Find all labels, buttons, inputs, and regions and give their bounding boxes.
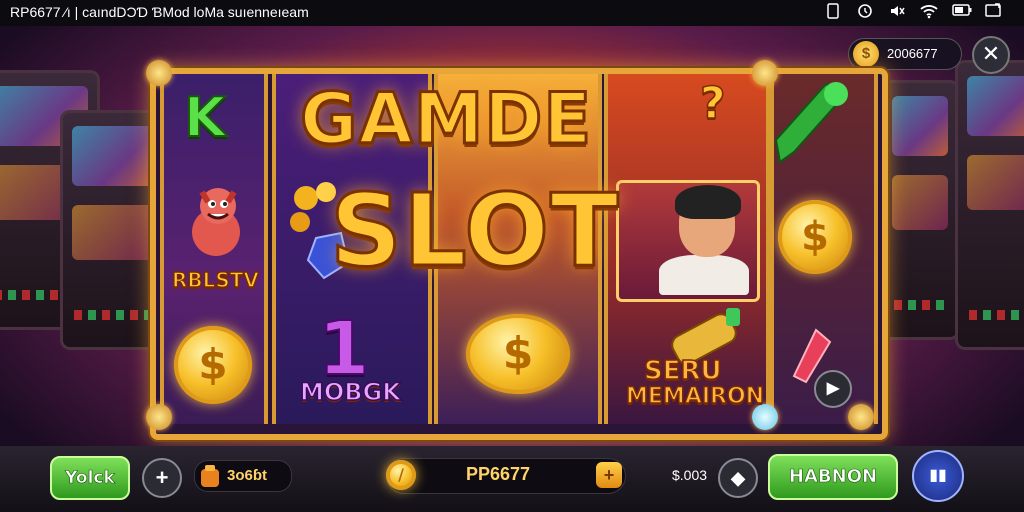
menu-icon: ▮▮	[929, 467, 947, 484]
close-icon: ✕	[981, 41, 1001, 66]
wallet-display: 3o6ɓt	[194, 460, 292, 492]
frame-corner-gem	[146, 60, 172, 86]
diamond-icon: ◆	[731, 468, 745, 488]
bet-increase-button[interactable]: +	[596, 462, 622, 488]
game-screen: RP6677 ⁄ı | caındDƆƊ ƁMod ƖoMa suıenneıe…	[0, 0, 1024, 512]
win-value: $.003	[672, 467, 708, 483]
big-coin-symbol: $	[466, 314, 570, 394]
game-title-line2: SLOT	[328, 171, 620, 291]
play-icon: ▶	[826, 380, 840, 397]
add-button[interactable]: +	[142, 458, 182, 498]
diamond-button[interactable]: ◆	[718, 458, 758, 498]
arcade-cabinet-right	[880, 80, 960, 340]
spin-label: HABNON	[788, 466, 878, 488]
alarm-icon	[856, 3, 874, 21]
yolck-label: Yolck	[65, 468, 115, 489]
cast-icon	[984, 3, 1002, 21]
coin-icon: $	[853, 41, 879, 67]
wifi-icon	[920, 3, 938, 21]
game-title-line1: GAMDE	[298, 77, 593, 162]
green-horn-symbol	[774, 82, 848, 164]
battery-icon	[952, 3, 972, 21]
coin-symbol: $	[174, 326, 252, 404]
creature-symbol	[192, 188, 240, 256]
menu-button[interactable]: ▮▮	[912, 450, 964, 502]
mute-icon	[888, 3, 906, 21]
plus-icon: +	[603, 465, 615, 485]
character-portrait	[616, 180, 760, 302]
memairon-label: MEMAIRON	[625, 383, 765, 410]
seru-label: SERU	[643, 355, 722, 387]
coin-symbol-right: $	[778, 200, 852, 274]
bet-value: PP6677	[466, 464, 531, 484]
bet-decrease-button[interactable]: /	[386, 460, 416, 490]
yolck-button[interactable]: Yolck	[50, 456, 130, 500]
tablet-icon	[824, 3, 842, 21]
plus-icon: +	[155, 465, 169, 490]
close-button[interactable]: ✕	[972, 36, 1010, 74]
status-bar: RP6677 ⁄ı | caındDƆƊ ƁMod ƖoMa suıenneıe…	[0, 0, 1024, 26]
status-text: RP6677 ⁄ı | caındDƆƊ ƁMod ƖoMa suıenneıe…	[10, 4, 309, 20]
balance-display: $ 2006677	[848, 38, 962, 70]
title-accent: ?	[699, 77, 726, 130]
frame-corner-gem	[146, 404, 172, 430]
mobgk-label: MOBGK	[299, 377, 401, 407]
balance-value: 2006677	[887, 46, 938, 61]
arcade-cabinet-right-back	[955, 60, 1024, 350]
wallet-value: 3o6ɓt	[227, 467, 268, 484]
minus-icon: /	[398, 465, 404, 484]
rblstv-label: RBLSTV	[171, 267, 259, 293]
play-button[interactable]: ▶	[814, 370, 852, 408]
frame-corner-gem	[848, 404, 874, 430]
k-symbol: K	[183, 85, 227, 150]
wallet-icon	[201, 465, 219, 487]
spin-button[interactable]: HABNON	[768, 454, 898, 500]
